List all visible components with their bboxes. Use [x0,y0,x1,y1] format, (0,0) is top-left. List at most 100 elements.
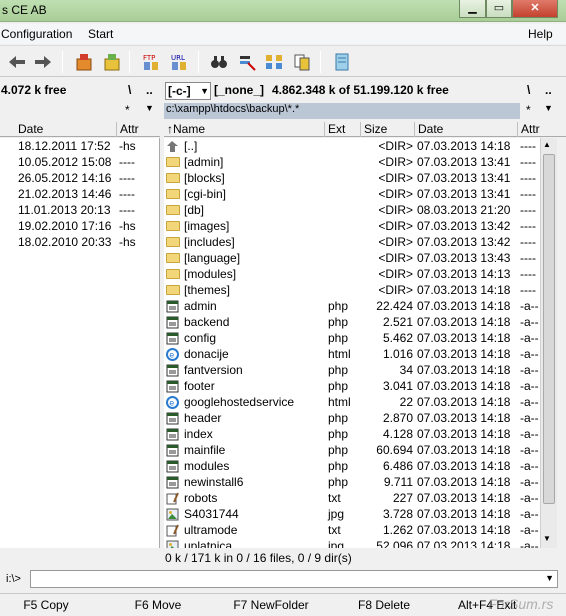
table-row[interactable]: [images] <DIR> 07.03.2013 13:42 ---- [164,218,540,234]
right-scrollbar[interactable]: ▲ ▼ [540,138,557,548]
left-file-list[interactable]: 18.12.2011 17:52 -hs 10.05.2012 15:08 ---- 2… [0,138,160,548]
left-col-attr[interactable]: Attr [117,122,160,137]
right-col-size[interactable]: Size [361,122,415,137]
f7-newfolder-button[interactable]: F7 NewFolder [225,597,317,614]
file-attr: -a-- [520,539,539,548]
right-col-date[interactable]: Date [415,122,518,137]
command-input[interactable]: ▼ [30,570,558,588]
right-list-header: ↑Name Ext Size Date Attr [164,121,566,137]
right-up-button[interactable]: .. [545,83,552,99]
close-button[interactable]: ✕ [512,0,558,18]
unpack-icon[interactable] [101,51,123,73]
menu-start[interactable]: Start [88,27,113,41]
chevron-down-icon[interactable]: ▼ [145,103,154,113]
table-row[interactable]: uplatnica jpg 52.096 07.03.2013 14:18 -a-- [164,538,540,548]
table-row[interactable]: [blocks] <DIR> 07.03.2013 13:41 ---- [164,170,540,186]
back-arrow-icon[interactable] [6,51,28,73]
right-file-list[interactable]: [..] <DIR> 07.03.2013 14:18 ---- [admin] <DIR… [164,138,540,548]
chevron-down-icon[interactable]: ▼ [545,573,554,583]
menu-help[interactable]: Help [528,27,553,41]
table-row[interactable]: admin php 22.424 07.03.2013 14:18 -a-- [164,298,540,314]
table-row[interactable]: [admin] <DIR> 07.03.2013 13:41 ---- [164,154,540,170]
left-path-bar[interactable]: * ▼ [0,103,160,119]
sync-icon[interactable] [263,51,285,73]
compare-icon[interactable] [291,51,313,73]
table-row[interactable]: index php 4.128 07.03.2013 14:18 -a-- [164,426,540,442]
file-ext: php [328,379,349,393]
scroll-up-icon[interactable]: ▲ [543,140,551,149]
table-row[interactable]: newinstall6 php 9.711 07.03.2013 14:18 -a-- [164,474,540,490]
table-row[interactable]: footer php 3.041 07.03.2013 14:18 -a-- [164,378,540,394]
list-item[interactable]: 18.02.2010 20:33 -hs [0,234,160,250]
list-item[interactable]: 18.12.2011 17:52 -hs [0,138,160,154]
file-date: 07.03.2013 14:18 [417,507,511,521]
table-row[interactable]: [includes] <DIR> 07.03.2013 13:42 ---- [164,234,540,250]
table-row[interactable]: mainfile php 60.694 07.03.2013 14:18 -a-- [164,442,540,458]
right-col-attr[interactable]: Attr [518,122,558,137]
status-bar: 0 k / 171 k in 0 / 16 files, 0 / 9 dir(s… [0,550,566,566]
pack-icon[interactable] [73,51,95,73]
table-row[interactable]: backend php 2.521 07.03.2013 14:18 -a-- [164,314,540,330]
notepad-icon[interactable] [331,51,353,73]
list-item[interactable]: 11.01.2013 20:13 ---- [0,202,160,218]
right-root-button[interactable]: \ [527,83,530,99]
left-filter[interactable]: * [125,103,130,117]
file-attr: ---- [520,203,536,217]
table-row[interactable]: [db] <DIR> 08.03.2013 21:20 ---- [164,202,540,218]
file-name: S4031744 [184,507,239,521]
chevron-down-icon[interactable]: ▼ [200,83,209,99]
scroll-down-icon[interactable]: ▼ [543,534,551,543]
f6-move-button[interactable]: F6 Move [112,597,204,614]
binoculars-icon[interactable] [208,51,230,73]
right-filter[interactable]: * [526,103,531,117]
list-item[interactable]: 10.05.2012 15:08 ---- [0,154,160,170]
forward-arrow-icon[interactable] [32,51,54,73]
minimize-button[interactable]: ▁ [459,0,486,18]
list-item[interactable]: 21.02.2013 14:46 ---- [0,186,160,202]
table-row[interactable]: [cgi-bin] <DIR> 07.03.2013 13:41 ---- [164,186,540,202]
right-col-name[interactable]: ↑Name [164,122,325,137]
menu-configuration[interactable]: Configuration [1,27,72,41]
left-root-button[interactable]: \ [128,83,131,99]
file-attr: ---- [520,235,536,249]
list-item[interactable]: 26.05.2012 14:16 ---- [0,170,160,186]
url-icon[interactable]: URL [168,51,190,73]
table-row[interactable]: header php 2.870 07.03.2013 14:18 -a-- [164,410,540,426]
table-row[interactable]: config php 5.462 07.03.2013 14:18 -a-- [164,330,540,346]
table-row[interactable]: [modules] <DIR> 07.03.2013 14:13 ---- [164,266,540,282]
file-attr: -a-- [520,347,539,361]
table-row[interactable]: e googlehostedservice html 22 07.03.2013 14:… [164,394,540,410]
table-row[interactable]: [language] <DIR> 07.03.2013 13:43 ---- [164,250,540,266]
right-path-bar[interactable]: c:\xampp\htdocs\backup\*.* [164,103,520,119]
maximize-button[interactable]: ▭ [486,0,512,18]
table-row[interactable]: fantversion php 34 07.03.2013 14:18 -a-- [164,362,540,378]
table-row[interactable]: robots txt 227 07.03.2013 14:18 -a-- [164,490,540,506]
file-size: <DIR> [378,187,413,201]
left-col-date[interactable]: Date [15,122,117,137]
f8-delete-button[interactable]: F8 Delete [338,597,430,614]
table-row[interactable]: e donacije html 1.016 07.03.2013 14:18 -a-- [164,346,540,362]
table-row[interactable]: modules php 6.486 07.03.2013 14:18 -a-- [164,458,540,474]
table-row[interactable]: [themes] <DIR> 07.03.2013 14:18 ---- [164,282,540,298]
file-size: <DIR> [378,283,413,297]
chevron-down-icon[interactable]: ▼ [544,103,553,113]
file-name: index [184,427,213,441]
file-name: [cgi-bin] [184,187,227,201]
file-attr: -a-- [520,299,539,313]
table-row[interactable]: S4031744 jpg 3.728 07.03.2013 14:18 -a-- [164,506,540,522]
right-col-ext[interactable]: Ext [325,122,361,137]
drive-select[interactable]: [-c-] ▼ [165,82,211,100]
f5-copy-button[interactable]: F5 Copy [0,597,92,614]
file-name: googlehostedservice [184,395,295,409]
file-date: 07.03.2013 13:41 [417,187,511,201]
scroll-thumb[interactable] [543,154,555,504]
left-up-button[interactable]: .. [146,83,153,99]
list-item[interactable]: 19.02.2010 17:16 -hs [0,218,160,234]
ftp-icon[interactable]: FTP [140,51,162,73]
file-date: 21.02.2013 14:46 [18,187,112,201]
table-row[interactable]: [..] <DIR> 07.03.2013 14:18 ---- [164,138,540,154]
right-filter-box[interactable]: * ▼ [526,103,566,119]
rename-icon[interactable] [236,51,258,73]
file-name: [themes] [184,283,231,297]
table-row[interactable]: ultramode txt 1.262 07.03.2013 14:18 -a-- [164,522,540,538]
